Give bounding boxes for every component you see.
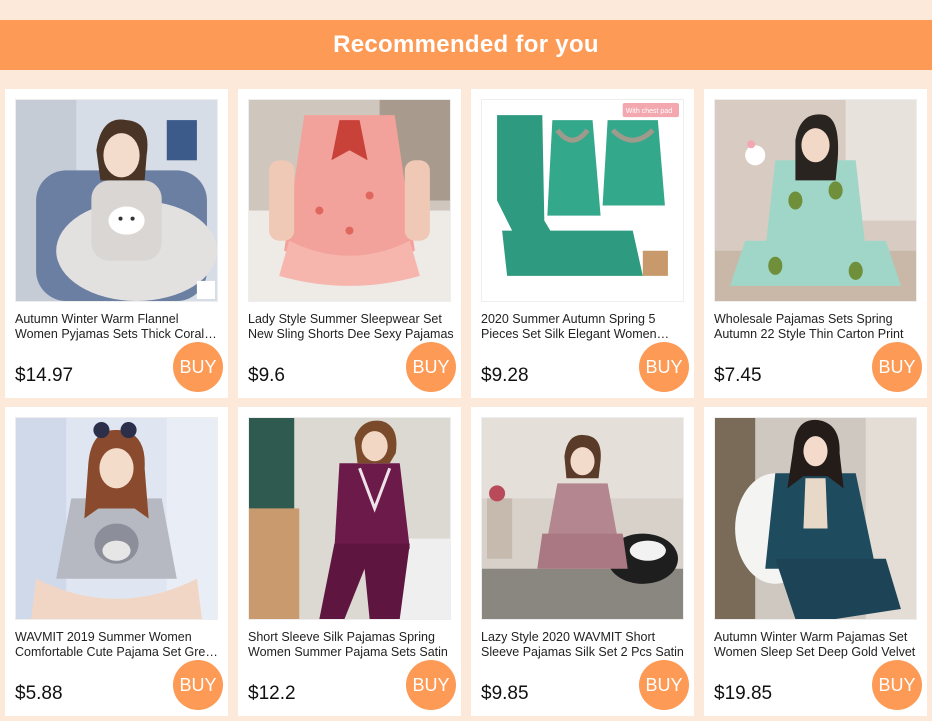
buy-button[interactable]: BUY: [173, 342, 223, 392]
product-card[interactable]: Autumn Winter Warm Pajamas Set Women Sle…: [704, 407, 927, 716]
product-image[interactable]: [714, 99, 917, 302]
product-card[interactable]: Short Sleeve Silk Pajamas Spring Women S…: [238, 407, 461, 716]
product-card[interactable]: Autumn Winter Warm Flannel Women Pyjamas…: [5, 89, 228, 398]
product-card[interactable]: With chest pad 2020 Summer Autumn Spring…: [471, 89, 694, 398]
buy-button[interactable]: BUY: [173, 660, 223, 710]
product-card[interactable]: Lady Style Summer Sleepwear Set New Slin…: [238, 89, 461, 398]
product-title[interactable]: Lazy Style 2020 WAVMIT Short Sleeve Paja…: [481, 630, 687, 660]
product-image[interactable]: [248, 99, 451, 302]
product-image[interactable]: [15, 417, 218, 620]
top-strip: [0, 0, 932, 20]
product-price: $9.85: [481, 683, 529, 704]
product-image[interactable]: [481, 417, 684, 620]
product-card[interactable]: Lazy Style 2020 WAVMIT Short Sleeve Paja…: [471, 407, 694, 716]
recommendation-banner: Recommended for you: [0, 20, 932, 70]
product-title[interactable]: 2020 Summer Autumn Spring 5 Pieces Set S…: [481, 312, 687, 342]
product-image[interactable]: With chest pad: [481, 99, 684, 302]
product-image[interactable]: [714, 417, 917, 620]
buy-button[interactable]: BUY: [872, 660, 922, 710]
product-card[interactable]: WAVMIT 2019 Summer Women Comfortable Cut…: [5, 407, 228, 716]
section-title: Recommended for you: [333, 31, 599, 58]
buy-button[interactable]: BUY: [406, 342, 456, 392]
product-price: $5.88: [15, 683, 63, 704]
product-price: $7.45: [714, 365, 762, 386]
product-price: $9.6: [248, 365, 285, 386]
product-title[interactable]: Autumn Winter Warm Pajamas Set Women Sle…: [714, 630, 920, 660]
image-badge: With chest pad: [626, 108, 673, 115]
product-image[interactable]: [15, 99, 218, 302]
product-card[interactable]: Wholesale Pajamas Sets Spring Autumn 22 …: [704, 89, 927, 398]
buy-button[interactable]: BUY: [639, 660, 689, 710]
product-price: $12.2: [248, 683, 296, 704]
product-title[interactable]: Short Sleeve Silk Pajamas Spring Women S…: [248, 630, 454, 660]
product-title[interactable]: Wholesale Pajamas Sets Spring Autumn 22 …: [714, 312, 920, 342]
product-price: $9.28: [481, 365, 529, 386]
product-title[interactable]: WAVMIT 2019 Summer Women Comfortable Cut…: [15, 630, 221, 660]
buy-button[interactable]: BUY: [639, 342, 689, 392]
product-image[interactable]: [248, 417, 451, 620]
product-title[interactable]: Lady Style Summer Sleepwear Set New Slin…: [248, 312, 454, 342]
product-price: $14.97: [15, 365, 74, 386]
buy-button[interactable]: BUY: [406, 660, 456, 710]
product-title[interactable]: Autumn Winter Warm Flannel Women Pyjamas…: [15, 312, 221, 342]
product-price: $19.85: [714, 683, 773, 704]
buy-button[interactable]: BUY: [872, 342, 922, 392]
